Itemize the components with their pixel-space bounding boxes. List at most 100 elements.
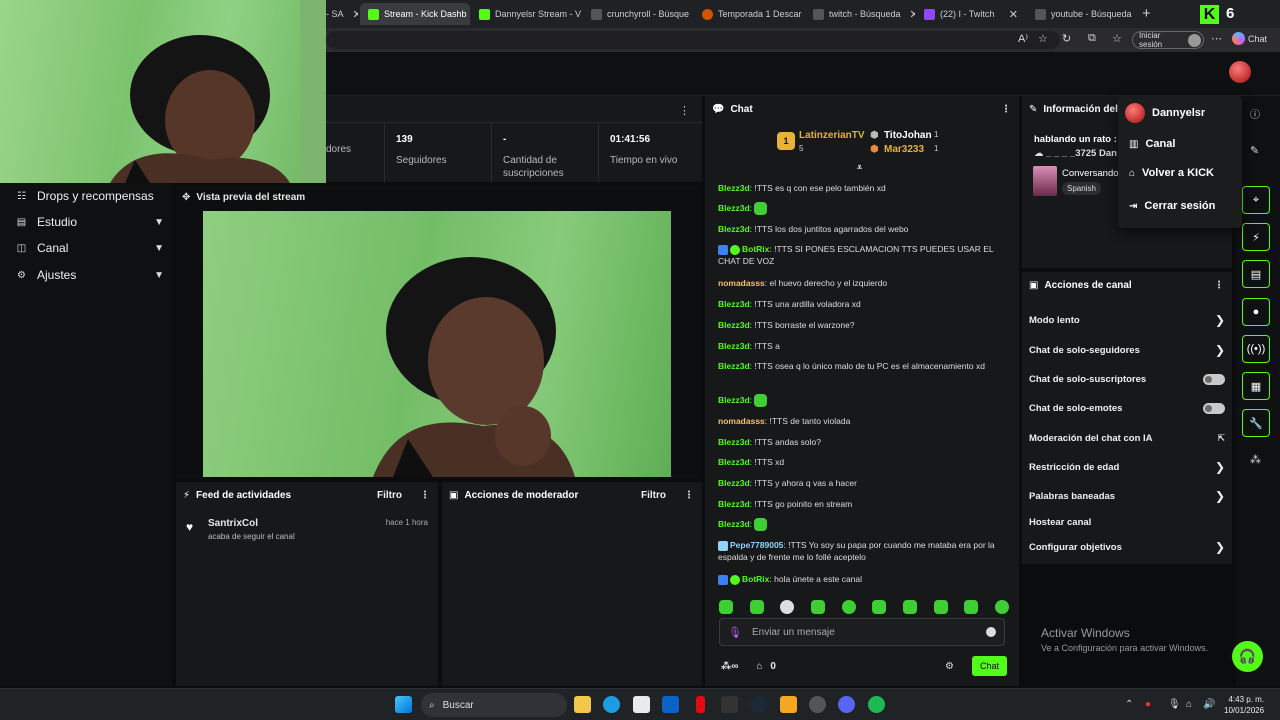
emote-icon[interactable] bbox=[749, 600, 764, 614]
subscribers-only-toggle[interactable] bbox=[1203, 373, 1225, 385]
menu-item-logout[interactable]: ⇥ Cerrar sesión bbox=[1129, 200, 1215, 212]
taskbar-search[interactable]: ⌕ Buscar bbox=[421, 693, 567, 717]
discord-icon[interactable] bbox=[838, 696, 855, 713]
browser-tab[interactable]: twitch - Búsqueda ✕ bbox=[805, 3, 915, 25]
gifter-name[interactable]: LatinzerianTV bbox=[799, 130, 865, 141]
favorite-star-icon[interactable]: ☆ bbox=[1038, 32, 1048, 45]
gifter-name[interactable]: Mar3233 bbox=[884, 144, 924, 155]
action-followers-only[interactable]: Chat de solo-seguidores ❯ bbox=[1029, 341, 1225, 359]
taskbar-clock[interactable]: 4:43 p. m. 10/01/2026 bbox=[1224, 694, 1264, 716]
volume-icon[interactable]: 🔊 bbox=[1203, 699, 1215, 710]
obs-icon[interactable] bbox=[809, 696, 826, 713]
tool-broadcast-button[interactable]: ((•)) bbox=[1242, 335, 1270, 363]
emote-icon[interactable] bbox=[933, 600, 948, 614]
browser-tab[interactable]: (22) I - Twitch ✕ bbox=[916, 3, 1026, 25]
read-aloud-icon[interactable]: A⁾ bbox=[1018, 32, 1028, 45]
menu-item-channel[interactable]: ▥ Canal bbox=[1129, 138, 1175, 150]
emote-icon[interactable] bbox=[994, 600, 1009, 614]
action-banned-words[interactable]: Palabras baneadas ❯ bbox=[1029, 487, 1225, 505]
emote-icon[interactable] bbox=[902, 600, 917, 614]
action-ai-moderation[interactable]: Moderación del chat con IA ⇱ bbox=[1029, 429, 1225, 447]
network-icon[interactable]: ⌂ bbox=[1186, 699, 1192, 710]
audio-mixer-icon[interactable] bbox=[721, 696, 738, 713]
more-options-icon[interactable]: ⋮ bbox=[684, 490, 694, 501]
expand-chevron-icon[interactable]: ⩡ bbox=[857, 162, 862, 173]
sidebar-item-channel[interactable]: ◫ Canal ▼ bbox=[16, 238, 164, 258]
browser-tab[interactable]: Dannyelsr Stream - V ✕ bbox=[471, 3, 581, 25]
tool-lightning-button[interactable]: ⚡ bbox=[1242, 223, 1270, 251]
tool-chat-button[interactable]: ● bbox=[1242, 298, 1270, 326]
browser-tab[interactable]: crunchyroll - Búsque ✕ bbox=[583, 3, 693, 25]
store-icon[interactable] bbox=[633, 696, 650, 713]
browser-tab[interactable]: Temporada 1 Descar ✕ bbox=[694, 3, 804, 25]
close-icon[interactable]: ✕ bbox=[349, 8, 358, 21]
gifter-name[interactable]: TitoJohan bbox=[884, 130, 932, 141]
edge-browser-icon[interactable] bbox=[603, 696, 620, 713]
more-options-icon[interactable]: ⋮ bbox=[1214, 280, 1224, 291]
chevron-up-icon[interactable]: ⌃ bbox=[1125, 699, 1133, 710]
kick-extension-icon[interactable]: K bbox=[1200, 5, 1219, 24]
tool-wrench-button[interactable]: 🔧 bbox=[1242, 409, 1270, 437]
emote-icon[interactable] bbox=[780, 600, 795, 614]
sidebar-item-settings[interactable]: ⚙ Ajustes ▼ bbox=[16, 265, 164, 285]
store-icon[interactable]: ⌂ bbox=[756, 661, 762, 672]
action-host-channel[interactable]: Hostear canal bbox=[1029, 513, 1225, 531]
more-options-icon[interactable]: ⋮ bbox=[1001, 104, 1011, 115]
activity-username[interactable]: SantrixCol bbox=[208, 518, 258, 529]
info-icon[interactable]: ⓘ bbox=[1250, 106, 1260, 121]
copilot-chat-button[interactable]: Chat bbox=[1232, 32, 1267, 45]
browser-tab[interactable]: youtube - Búsqueda ✕ bbox=[1027, 3, 1137, 25]
steam-icon[interactable] bbox=[750, 696, 767, 713]
microphone-icon[interactable]: 🎙 bbox=[1168, 699, 1181, 710]
filter-button[interactable]: Filtro bbox=[641, 490, 666, 501]
kick-favicon-icon bbox=[479, 8, 490, 20]
sidebar-item-drops[interactable]: ☷ Drops y recompensas bbox=[16, 186, 164, 206]
close-icon[interactable]: ✕ bbox=[906, 8, 915, 21]
outlook-icon[interactable] bbox=[662, 696, 679, 713]
emotes-only-toggle[interactable] bbox=[1203, 402, 1225, 414]
help-button[interactable]: 🎧 bbox=[1232, 641, 1263, 672]
tool-scan-button[interactable]: ⌖ bbox=[1242, 186, 1270, 214]
tool-notes-button[interactable]: ▤ bbox=[1242, 260, 1270, 288]
emote-icon[interactable] bbox=[719, 600, 733, 614]
netflix-icon[interactable] bbox=[696, 696, 705, 713]
add-widget-icon[interactable]: ⁂ bbox=[1250, 453, 1261, 466]
action-age-restriction[interactable]: Restricción de edad ❯ bbox=[1029, 458, 1225, 476]
close-icon[interactable]: ✕ bbox=[1005, 8, 1018, 21]
more-options-icon[interactable]: ⋮ bbox=[420, 490, 430, 501]
tool-layout-button[interactable]: ▦ bbox=[1242, 372, 1270, 400]
menu-item-back-to-kick[interactable]: ⌂ Volver a KICK bbox=[1129, 167, 1214, 179]
refresh-extension-icon[interactable]: ↻ bbox=[1062, 32, 1071, 45]
sidebar-item-studio[interactable]: ▤ Estudio ▼ bbox=[16, 212, 164, 232]
collections-icon[interactable]: ☆ bbox=[1112, 32, 1122, 45]
chat-send-button[interactable]: Chat bbox=[971, 656, 1007, 676]
action-configure-goals[interactable]: Configurar objetivos ❯ bbox=[1029, 538, 1225, 556]
emote-icon[interactable] bbox=[810, 600, 825, 614]
browser-tab-active[interactable]: Stream - Kick Dashb ✕ bbox=[360, 3, 470, 25]
extensions-icon[interactable]: ⧉ bbox=[1088, 32, 1096, 45]
emoji-picker-icon[interactable] bbox=[986, 627, 996, 637]
app-icon[interactable] bbox=[780, 696, 797, 713]
emote-icon[interactable] bbox=[872, 600, 887, 614]
chat-message-input[interactable] bbox=[751, 626, 972, 638]
new-tab-button[interactable]: + bbox=[1142, 5, 1151, 22]
emote-icon[interactable] bbox=[841, 600, 856, 614]
more-options-icon[interactable]: ⋮ bbox=[679, 104, 690, 117]
user-avatar[interactable] bbox=[1229, 61, 1251, 83]
filter-button[interactable]: Filtro bbox=[377, 490, 402, 501]
sign-in-button[interactable]: Iniciar sesión bbox=[1132, 31, 1204, 49]
chat-settings-icon[interactable]: ⚙ bbox=[945, 661, 954, 672]
address-bar[interactable] bbox=[326, 31, 1060, 49]
category-name[interactable]: Conversando bbox=[1062, 168, 1119, 179]
action-slow-mode[interactable]: Modo lento ❯ bbox=[1029, 311, 1225, 329]
stream-video-preview[interactable] bbox=[203, 211, 671, 477]
pencil-icon[interactable]: ✎ bbox=[1250, 144, 1259, 157]
emote-icon[interactable] bbox=[964, 600, 979, 614]
spotify-icon[interactable] bbox=[868, 696, 885, 713]
file-explorer-icon[interactable] bbox=[574, 696, 591, 713]
channel-points-icon[interactable]: ⁂∞ bbox=[721, 661, 738, 672]
tray-app-icon[interactable]: ● bbox=[1145, 699, 1151, 710]
microphone-icon[interactable]: 🎙 bbox=[728, 626, 742, 639]
more-options-icon[interactable]: ⋯ bbox=[1211, 32, 1222, 45]
windows-start-icon[interactable] bbox=[395, 696, 412, 713]
